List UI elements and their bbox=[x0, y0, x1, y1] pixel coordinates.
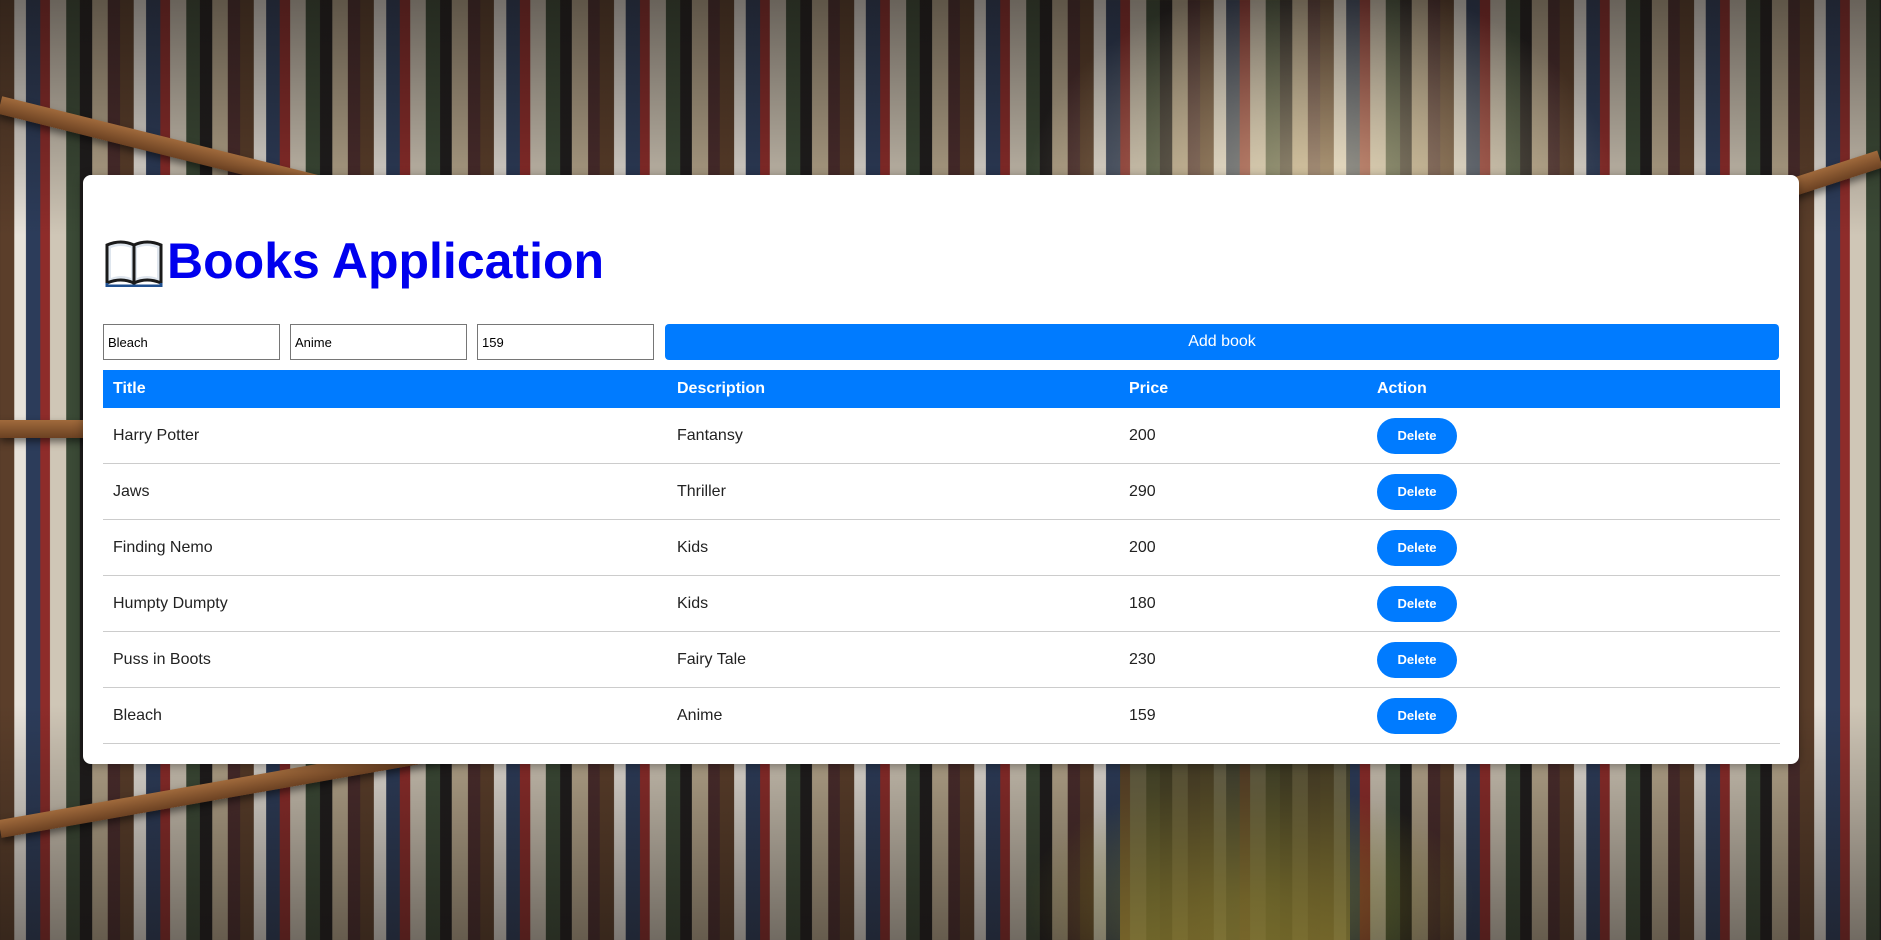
delete-button[interactable]: Delete bbox=[1377, 529, 1457, 566]
delete-button[interactable]: Delete bbox=[1377, 417, 1457, 454]
cell-description: Fantansy bbox=[667, 408, 1119, 464]
cell-price: 200 bbox=[1119, 408, 1367, 464]
cell-action: Delete bbox=[1367, 519, 1780, 576]
cell-price: 159 bbox=[1119, 687, 1367, 744]
background-aisle bbox=[1120, 760, 1350, 940]
cell-title: Finding Nemo bbox=[103, 519, 667, 576]
table-header-row: Title Description Price Action bbox=[103, 370, 1780, 408]
header-action: Action bbox=[1367, 370, 1780, 408]
title-input[interactable] bbox=[103, 324, 280, 360]
cell-price: 230 bbox=[1119, 631, 1367, 688]
delete-button[interactable]: Delete bbox=[1377, 473, 1457, 510]
table-row: Humpty Dumpty Kids 180 Delete bbox=[103, 575, 1780, 632]
cell-description: Kids bbox=[667, 575, 1119, 632]
cell-description: Thriller bbox=[667, 463, 1119, 520]
cell-action: Delete bbox=[1367, 575, 1780, 632]
cell-price: 200 bbox=[1119, 519, 1367, 576]
header-title: Title bbox=[103, 370, 667, 408]
price-input[interactable] bbox=[477, 324, 654, 360]
cell-title: Jaws bbox=[103, 463, 667, 520]
table-row: Bleach Anime 159 Delete bbox=[103, 687, 1780, 744]
background-shelf-left bbox=[0, 420, 90, 438]
delete-button[interactable]: Delete bbox=[1377, 697, 1457, 734]
cell-action: Delete bbox=[1367, 631, 1780, 688]
add-book-button[interactable]: Add book bbox=[665, 324, 1779, 360]
cell-price: 180 bbox=[1119, 575, 1367, 632]
cell-description: Kids bbox=[667, 519, 1119, 576]
table-row: Jaws Thriller 290 Delete bbox=[103, 463, 1780, 520]
header-price: Price bbox=[1119, 370, 1367, 408]
cell-action: Delete bbox=[1367, 408, 1780, 464]
page-title-text: Books Application bbox=[167, 233, 605, 289]
cell-title: Harry Potter bbox=[103, 408, 667, 464]
cell-price: 290 bbox=[1119, 463, 1367, 520]
app-card: Books Application Add book Title Descrip… bbox=[83, 175, 1799, 764]
cell-title: Bleach bbox=[103, 687, 667, 744]
header-description: Description bbox=[667, 370, 1119, 408]
table-row: Harry Potter Fantansy 200 Delete bbox=[103, 408, 1780, 464]
cell-description: Fairy Tale bbox=[667, 631, 1119, 688]
open-book-icon bbox=[105, 240, 163, 287]
delete-button[interactable]: Delete bbox=[1377, 585, 1457, 622]
cell-title: Humpty Dumpty bbox=[103, 575, 667, 632]
page-title: Books Application bbox=[105, 231, 604, 291]
table-row: Puss in Boots Fairy Tale 230 Delete bbox=[103, 631, 1780, 688]
cell-description: Anime bbox=[667, 687, 1119, 744]
table-row: Finding Nemo Kids 200 Delete bbox=[103, 519, 1780, 576]
delete-button[interactable]: Delete bbox=[1377, 641, 1457, 678]
cell-action: Delete bbox=[1367, 687, 1780, 744]
cell-action: Delete bbox=[1367, 463, 1780, 520]
description-input[interactable] bbox=[290, 324, 467, 360]
books-table: Title Description Price Action Harry Pot… bbox=[103, 370, 1780, 744]
add-book-form: Add book bbox=[103, 324, 1779, 360]
cell-title: Puss in Boots bbox=[103, 631, 667, 688]
